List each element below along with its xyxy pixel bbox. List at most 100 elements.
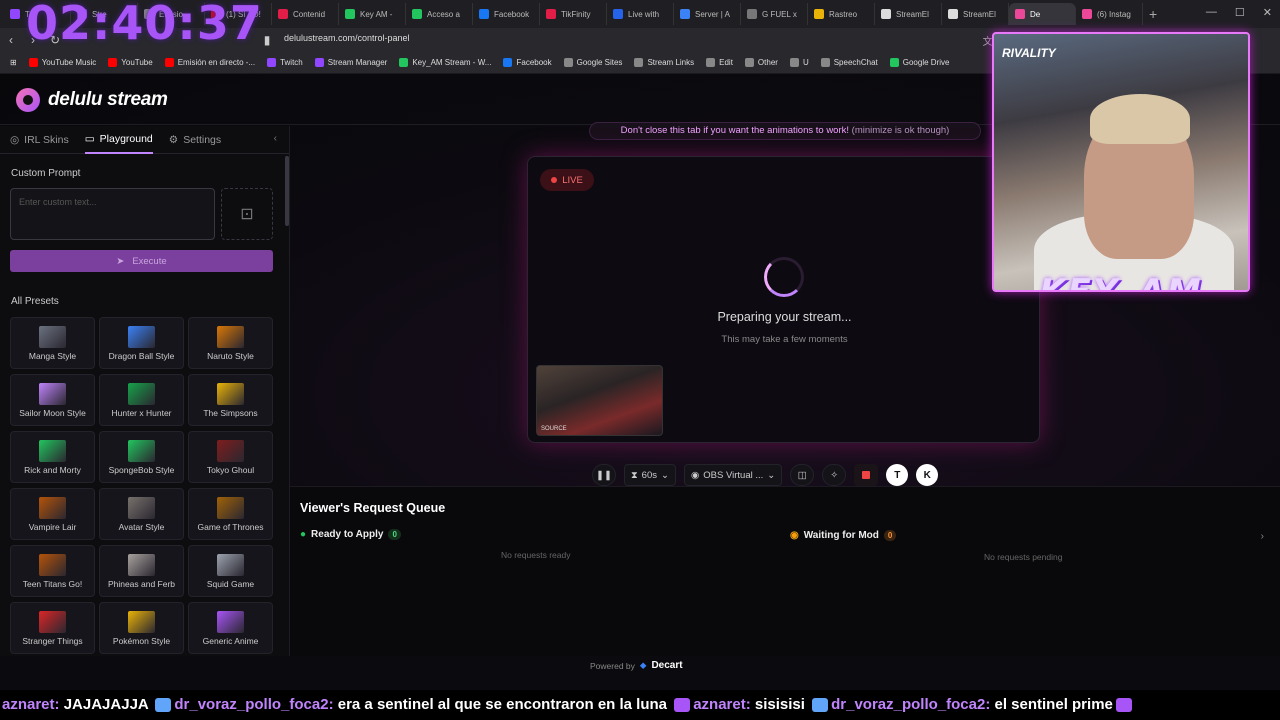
bookmark-label: Key_AM Stream - W... — [412, 58, 492, 67]
sidebar-scrollbar[interactable] — [285, 156, 289, 226]
image-upload-button[interactable]: ⊡ — [221, 188, 273, 240]
tab-title: Server | A — [695, 9, 730, 19]
back-icon[interactable]: ‹ — [0, 33, 22, 47]
preset-card[interactable]: Naruto Style — [188, 317, 273, 369]
browser-tab[interactable]: StreamEl — [942, 3, 1009, 25]
preset-card[interactable]: Pokémon Style — [99, 602, 184, 654]
preset-card[interactable]: Manga Style — [10, 317, 95, 369]
decart-brand[interactable]: Decart — [651, 660, 682, 671]
preset-card[interactable]: Game of Thrones — [188, 488, 273, 540]
send-icon: ➤ — [116, 255, 125, 267]
preset-thumbnail — [39, 325, 66, 348]
sidebar-tabs: ◎ IRL Skins ▭ Playground ⚙ Settings ‹ — [0, 126, 289, 154]
bookmark-item[interactable]: Google Drive — [886, 58, 954, 67]
preset-card[interactable]: Rick and Morty — [10, 431, 95, 483]
tab-favicon-icon — [680, 9, 690, 19]
preset-card[interactable]: Squid Game — [188, 545, 273, 597]
logo[interactable]: delulu stream — [16, 88, 168, 112]
chat-emote-icon — [1115, 698, 1132, 713]
custom-prompt-input[interactable]: Enter custom text... — [10, 188, 215, 240]
source-thumbnail[interactable]: SOURCE — [536, 365, 663, 436]
tab-irl-skins[interactable]: ◎ IRL Skins — [10, 126, 69, 154]
preset-thumbnail — [217, 439, 244, 462]
preset-name: Game of Thrones — [197, 521, 264, 532]
maximize-icon[interactable]: ☐ — [1235, 6, 1245, 19]
browser-tab[interactable]: (6) Instag — [1076, 3, 1143, 25]
preset-card[interactable]: Generic Anime — [188, 602, 273, 654]
preset-card[interactable]: Avatar Style — [99, 488, 184, 540]
collapse-sidebar-icon[interactable]: ‹ — [274, 133, 277, 144]
tab-label: IRL Skins — [24, 133, 69, 146]
kick-button[interactable]: K — [916, 464, 939, 486]
preset-name: Phineas and Ferb — [107, 578, 176, 589]
duration-select[interactable]: ⧗ 60s ⌄ — [624, 464, 676, 486]
browser-tab[interactable]: Key AM - — [339, 3, 406, 25]
camera-icon: ◎ — [10, 133, 20, 146]
tab-label: Playground — [99, 132, 153, 145]
preset-thumbnail — [128, 496, 155, 519]
execute-button[interactable]: ➤ Execute — [10, 250, 273, 272]
close-window-icon[interactable]: ✕ — [1263, 6, 1272, 19]
browser-tab[interactable]: G FUEL x — [741, 3, 808, 25]
apps-icon[interactable]: ⊞ — [6, 58, 21, 67]
preset-card[interactable]: Phineas and Ferb — [99, 545, 184, 597]
minimize-icon[interactable]: — — [1206, 6, 1217, 19]
bookmark-item[interactable]: Stream Links — [630, 58, 698, 67]
bookmark-item[interactable]: Twitch — [263, 58, 307, 67]
bookmark-item[interactable]: YouTube — [104, 58, 156, 67]
all-presets-label: All Presets — [11, 296, 59, 307]
bookmark-item[interactable]: Google Sites — [560, 58, 627, 67]
tab-playground[interactable]: ▭ Playground — [84, 126, 153, 154]
browser-tab[interactable]: Acceso a — [406, 3, 473, 25]
bookmark-item[interactable]: Stream Manager — [311, 58, 392, 67]
pause-icon: ❚❚ — [596, 469, 612, 481]
powered-by-label: Powered by — [590, 660, 635, 671]
browser-tab[interactable]: De — [1009, 3, 1076, 25]
preset-name: Generic Anime — [202, 635, 259, 646]
preset-card[interactable]: Stranger Things — [10, 602, 95, 654]
preset-card[interactable]: Sailor Moon Style — [10, 374, 95, 426]
stream-controls: ❚❚ ⧗ 60s ⌄ ◉ OBS Virtual ... ⌄ ◫ ✧ T K — [592, 464, 939, 486]
bookmark-label: Stream Links — [647, 58, 695, 67]
bookmark-item[interactable]: Facebook — [499, 58, 555, 67]
effects-button[interactable]: ✧ — [822, 464, 847, 486]
preset-card[interactable]: SpongeBob Style — [99, 431, 184, 483]
bookmark-item[interactable]: Emisión en directo -... — [161, 58, 259, 67]
waiting-count: 0 — [883, 530, 897, 541]
preset-card[interactable]: Tokyo Ghoul — [188, 431, 273, 483]
bookmark-favicon-icon — [889, 58, 899, 67]
bookmark-item[interactable]: Edit — [702, 58, 737, 67]
bookmark-item[interactable]: U — [786, 58, 813, 67]
browser-tab[interactable]: Rastreo — [808, 3, 875, 25]
stop-button[interactable] — [854, 464, 879, 486]
chat-message: sisisisi — [750, 696, 810, 713]
bookmark-item[interactable]: SpeechChat — [817, 58, 882, 67]
preset-name: Sailor Moon Style — [19, 407, 86, 418]
chevron-right-icon[interactable]: › — [1261, 531, 1264, 542]
twitch-button[interactable]: T — [886, 464, 909, 486]
preset-card[interactable]: Teen Titans Go! — [10, 545, 95, 597]
compare-button[interactable]: ◫ — [790, 464, 815, 486]
browser-tab[interactable]: Contenid — [272, 3, 339, 25]
browser-tab[interactable]: TikFinity — [540, 3, 607, 25]
browser-tab[interactable]: Facebook — [473, 3, 540, 25]
preset-card[interactable]: Vampire Lair — [10, 488, 95, 540]
window-controls: — ☐ ✕ — [1206, 6, 1272, 19]
bookmark-item[interactable]: Key_AM Stream - W... — [395, 58, 495, 67]
browser-tab[interactable]: Server | A — [674, 3, 741, 25]
pause-button[interactable]: ❚❚ — [592, 464, 616, 486]
preset-card[interactable]: The Simpsons — [188, 374, 273, 426]
browser-tab[interactable]: Live with — [607, 3, 674, 25]
camera-select[interactable]: ◉ OBS Virtual ... ⌄ — [683, 464, 783, 486]
bookmark-item[interactable]: Other — [741, 58, 782, 67]
tab-title: Live with — [628, 9, 660, 19]
bookmark-label: Emisión en directo -... — [177, 58, 256, 67]
new-tab-icon[interactable]: + — [1149, 6, 1157, 22]
chat-username: dr_voraz_pollo_foca2: — [831, 696, 991, 713]
browser-tab[interactable]: StreamEl — [875, 3, 942, 25]
tab-settings[interactable]: ⚙ Settings — [169, 126, 221, 154]
bookmark-item[interactable]: YouTube Music — [25, 58, 101, 67]
preset-card[interactable]: Hunter x Hunter — [99, 374, 184, 426]
preset-card[interactable]: Dragon Ball Style — [99, 317, 184, 369]
url-field[interactable]: delulustream.com/control-panel — [284, 33, 410, 43]
